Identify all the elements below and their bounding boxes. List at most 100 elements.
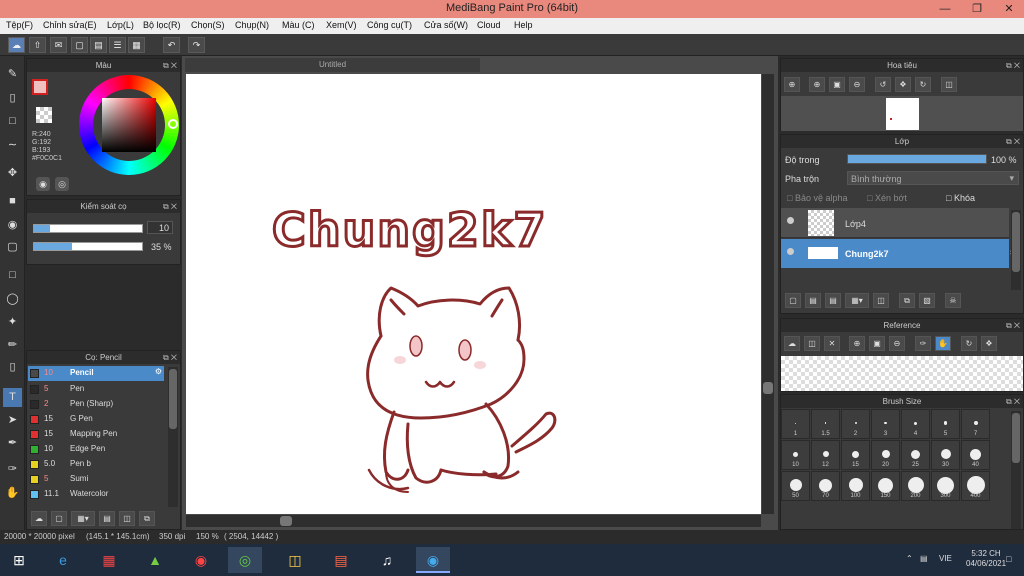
brush-size-cell[interactable]: 2 <box>841 409 870 439</box>
panel-close-icon[interactable]: ⧉ ✕ <box>1006 59 1020 72</box>
app-grid-icon[interactable]: ▦ <box>92 547 126 573</box>
menu-edit[interactable]: Chỉnh sửa(E) <box>43 20 97 30</box>
brush-size-cell[interactable]: 20 <box>871 440 900 470</box>
brush-settings-icon[interactable]: ▤ <box>99 511 115 526</box>
brush-size-cell[interactable]: 7 <box>961 409 990 439</box>
navigator-preview[interactable] <box>781 96 1023 131</box>
list-item[interactable]: 5.0 Pen b <box>28 457 164 472</box>
redo-icon[interactable]: ↷ <box>188 37 205 53</box>
windows-start-icon[interactable]: ⊞ <box>2 547 36 573</box>
layer-options-icon[interactable]: ▦▾ <box>845 293 869 308</box>
brush-size-cell[interactable]: 200 <box>901 471 930 501</box>
medibang-icon[interactable]: ◉ <box>416 547 450 573</box>
folder-icon[interactable]: ◫ <box>873 293 889 308</box>
chrome-icon[interactable]: ◉ <box>184 547 218 573</box>
brush-size-cell[interactable]: 150 <box>871 471 900 501</box>
dotted-brush-icon[interactable]: ∼ <box>3 136 22 155</box>
protect-alpha-checkbox[interactable]: □ Bảo vệ alpha <box>787 193 847 203</box>
panel-close-icon[interactable]: ⧉ ✕ <box>1006 319 1020 332</box>
rectangle-tool-icon[interactable]: □ <box>3 112 22 131</box>
menu-help[interactable]: Help <box>514 20 533 30</box>
list-item[interactable]: 15 Mapping Pen <box>28 427 164 442</box>
mirror-icon[interactable]: ◫ <box>941 77 957 92</box>
hand-icon[interactable]: ✋ <box>935 336 951 351</box>
saturation-square[interactable] <box>102 98 156 152</box>
background-color-swatch[interactable] <box>36 107 52 123</box>
close-icon[interactable]: ✕ <box>824 336 840 351</box>
list-item[interactable]: 2 Pen (Sharp) <box>28 397 164 412</box>
fill-rect-icon[interactable]: ■ <box>3 192 22 211</box>
share-icon[interactable]: ⇧ <box>29 37 46 53</box>
brush-size-cell[interactable]: 300 <box>931 471 960 501</box>
reference-view[interactable] <box>781 356 1023 391</box>
folder-icon[interactable]: ◫ <box>278 547 312 573</box>
menu-capture[interactable]: Chụp(N) <box>235 20 269 30</box>
brush-size-cell[interactable]: 30 <box>931 440 960 470</box>
clipping-checkbox[interactable]: □ Xén bớt <box>867 193 907 203</box>
opacity-slider[interactable] <box>33 242 143 251</box>
folder-icon[interactable]: ◫ <box>119 511 135 526</box>
trash-icon[interactable]: ☠ <box>945 293 961 308</box>
menu-filter[interactable]: Bộ lọc(R) <box>143 20 181 30</box>
menu-cloud[interactable]: Cloud <box>477 20 501 30</box>
hue-wheel[interactable] <box>79 75 179 175</box>
pen-tool-icon[interactable]: ✒ <box>3 434 22 453</box>
comment-icon[interactable]: ✉ <box>50 37 67 53</box>
layer-row-selected[interactable]: Chung2k7 ⚙ <box>781 239 1021 268</box>
brush-size-scrollbar[interactable] <box>1011 411 1021 529</box>
cloud-download-icon[interactable]: ☁ <box>784 336 800 351</box>
layer-scrollbar[interactable] <box>1011 210 1021 290</box>
grid-icon[interactable]: ▦ <box>128 37 145 53</box>
clock[interactable]: 5:32 CH 04/06/2021 <box>966 549 1006 569</box>
brush-list-scrollbar[interactable] <box>168 367 178 507</box>
canvas-h-scrollbar[interactable] <box>186 515 761 527</box>
merge-icon[interactable]: ▧ <box>919 293 935 308</box>
eye-icon[interactable] <box>787 217 794 224</box>
brush-size-cell[interactable]: 40 <box>961 440 990 470</box>
flip-icon[interactable]: ❖ <box>981 336 997 351</box>
add-brush-icon[interactable]: ▦▾ <box>71 511 95 526</box>
palette-icon[interactable]: ◉ <box>36 177 50 191</box>
layer-row[interactable]: Lớp4 <box>781 208 1009 238</box>
cloud-icon[interactable]: ☁ <box>8 37 25 53</box>
duplicate-icon[interactable]: ⧉ <box>139 511 155 526</box>
operation-tool-icon[interactable]: ➤ <box>3 411 22 430</box>
brush-size-cell[interactable]: 70 <box>811 471 840 501</box>
restore-button[interactable]: ❐ <box>962 0 992 18</box>
add-layer-icon[interactable]: ▤ <box>805 293 821 308</box>
paint-app-icon[interactable]: ▤ <box>324 547 358 573</box>
zoom-in-icon[interactable]: ⊕ <box>784 77 800 92</box>
lock-checkbox[interactable]: □ Khóa <box>946 193 975 203</box>
rotate-icon[interactable]: ↻ <box>961 336 977 351</box>
ie-icon[interactable]: e <box>46 547 80 573</box>
network-icon[interactable]: ▤ <box>920 554 928 563</box>
flip-icon[interactable]: ❖ <box>895 77 911 92</box>
page-icon[interactable]: ▢ <box>71 37 88 53</box>
new-brush-icon[interactable]: ▢ <box>51 511 67 526</box>
eyedropper-icon[interactable]: ✑ <box>915 336 931 351</box>
canvas-v-scrollbar[interactable] <box>762 74 774 514</box>
brush-size-cell[interactable]: 3 <box>871 409 900 439</box>
brush-size-cell[interactable]: 1 <box>781 409 810 439</box>
list-icon[interactable]: ☰ <box>109 37 126 53</box>
zoom-in-icon[interactable]: ⊕ <box>809 77 825 92</box>
brush-size-cell[interactable]: 10 <box>781 440 810 470</box>
brush-size-cell[interactable]: 25 <box>901 440 930 470</box>
brush-size-cell[interactable]: 5 <box>931 409 960 439</box>
drawing-canvas[interactable]: Chung2k7 <box>186 74 761 514</box>
brush-size-cell[interactable]: 400 <box>961 471 990 501</box>
brush-size-cell[interactable]: 1.5 <box>811 409 840 439</box>
rotate-left-icon[interactable]: ↺ <box>875 77 891 92</box>
move-tool-icon[interactable]: ✥ <box>3 164 22 183</box>
language-indicator[interactable]: VIE <box>939 554 952 563</box>
panel-close-icon[interactable]: ⧉ ✕ <box>163 351 177 364</box>
zoom-out-icon[interactable]: ⊖ <box>889 336 905 351</box>
open-folder-icon[interactable]: ◫ <box>804 336 820 351</box>
brush-size-cell[interactable]: 4 <box>901 409 930 439</box>
select-rect-icon[interactable]: □ <box>3 266 22 285</box>
bucket-tool-icon[interactable]: ◉ <box>3 216 22 235</box>
list-item[interactable]: 15 G Pen <box>28 412 164 427</box>
menu-layer[interactable]: Lớp(L) <box>107 20 134 30</box>
panel-close-icon[interactable]: ⧉ ✕ <box>163 200 177 213</box>
size-value[interactable]: 10 <box>147 221 173 234</box>
